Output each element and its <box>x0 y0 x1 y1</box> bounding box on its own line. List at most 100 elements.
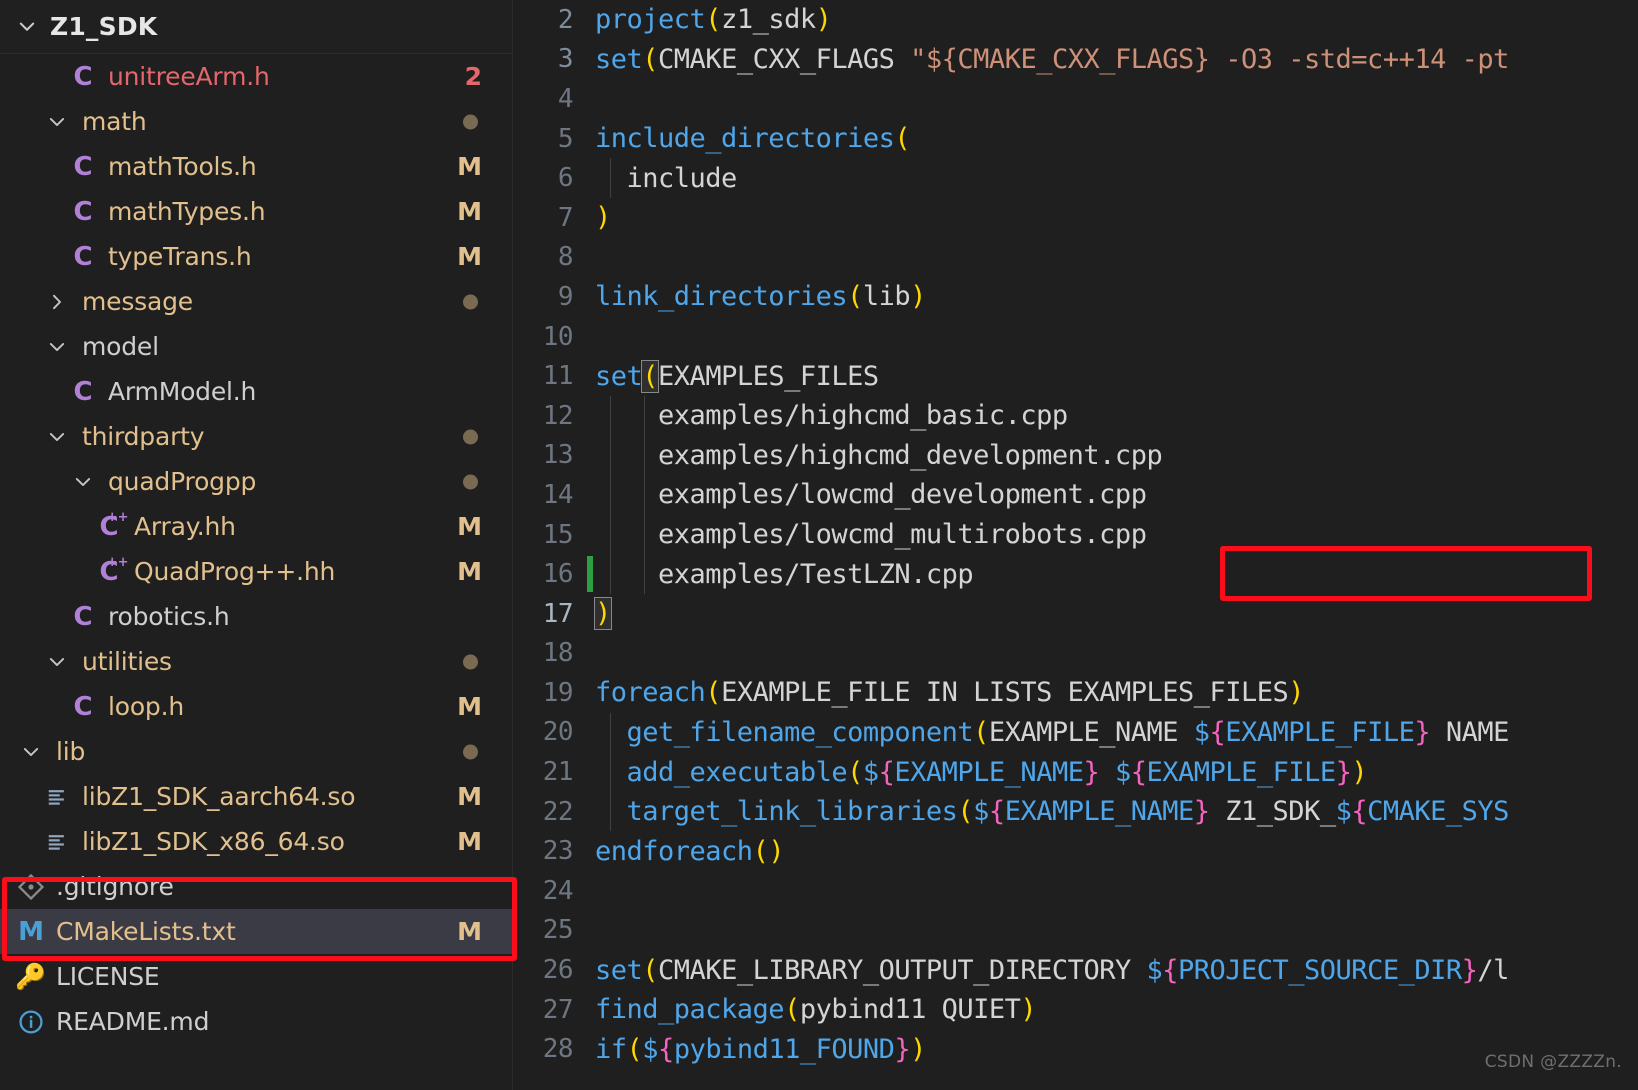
code-token: EXAMPLE_NAME <box>989 717 1194 748</box>
file-tree-item-selected[interactable]: MCMakeLists.txtM <box>0 909 512 954</box>
code-line[interactable]: 23endforeach() <box>513 831 1638 871</box>
file-tree-item-label: QuadProg++.hh <box>134 557 335 586</box>
file-tree-item[interactable]: .gitignore <box>0 864 512 909</box>
chevron-down-icon <box>40 651 74 673</box>
code-token: ) <box>910 1034 926 1065</box>
code-token: "${CMAKE_CXX_FLAGS} -O3 -std=c++14 -pt <box>910 44 1509 75</box>
code-line[interactable]: 14 examples/lowcmd_development.cpp <box>513 475 1638 515</box>
code-line-content: examples/TestLZN.cpp <box>595 559 973 590</box>
file-tree-item[interactable]: CunitreeArm.h2 <box>0 54 512 99</box>
folder-modified-dot-icon <box>463 474 478 489</box>
binary-file-icon <box>40 831 74 853</box>
line-number: 11 <box>513 361 595 391</box>
file-tree-item[interactable]: CmathTypes.hM <box>0 189 512 234</box>
line-number: 9 <box>513 282 595 312</box>
code-line[interactable]: 8 <box>513 238 1638 278</box>
line-number: 17 <box>513 599 595 629</box>
code-line[interactable]: 26set(CMAKE_LIBRARY_OUTPUT_DIRECTORY ${P… <box>513 950 1638 990</box>
code-token: pybind11 QUIET <box>800 994 1021 1025</box>
file-tree-item[interactable]: README.md <box>0 999 512 1044</box>
code-token: examples/lowcmd_multirobots.cpp <box>658 519 1146 550</box>
line-number: 3 <box>513 44 595 74</box>
code-line-content: set(EXAMPLES_FILES <box>595 361 879 392</box>
code-token: examples/TestLZN.cpp <box>658 559 973 590</box>
indent-guide <box>610 713 611 753</box>
code-line-content: endforeach() <box>595 836 784 867</box>
code-line[interactable]: 3set(CMAKE_CXX_FLAGS "${CMAKE_CXX_FLAGS}… <box>513 40 1638 80</box>
code-token: $ <box>642 1034 658 1065</box>
indent-guide <box>610 554 611 594</box>
file-tree-item[interactable]: lib <box>0 729 512 774</box>
code-line[interactable]: 19foreach(EXAMPLE_FILE IN LISTS EXAMPLES… <box>513 673 1638 713</box>
c-header-file-icon: C <box>66 602 100 632</box>
code-editor[interactable]: 2project(z1_sdk)3set(CMAKE_CXX_FLAGS "${… <box>513 0 1638 1090</box>
line-number: 19 <box>513 678 595 708</box>
code-line[interactable]: 17) <box>513 594 1638 634</box>
code-token: examples/highcmd_basic.cpp <box>658 400 1068 431</box>
file-tree-item[interactable]: message <box>0 279 512 324</box>
file-tree-item[interactable]: CmathTools.hM <box>0 144 512 189</box>
code-line[interactable]: 21 add_executable(${EXAMPLE_NAME} ${EXAM… <box>513 752 1638 792</box>
code-line[interactable]: 9link_directories(lib) <box>513 277 1638 317</box>
code-line-content: examples/highcmd_development.cpp <box>595 440 1162 471</box>
explorer-root-folder-header[interactable]: Z1_SDK <box>0 0 512 54</box>
file-tree-item[interactable]: C++QuadProg++.hhM <box>0 549 512 594</box>
code-line[interactable]: 13 examples/highcmd_development.cpp <box>513 436 1638 476</box>
watermark-label: CSDN @ZZZZn. <box>1485 1052 1622 1072</box>
git-status-badge: M <box>457 917 482 946</box>
code-line[interactable]: 7) <box>513 198 1638 238</box>
code-line[interactable]: 6 include <box>513 158 1638 198</box>
line-number: 12 <box>513 401 595 431</box>
code-line[interactable]: 25 <box>513 911 1638 951</box>
code-line[interactable]: 15 examples/lowcmd_multirobots.cpp <box>513 515 1638 555</box>
code-line-content: foreach(EXAMPLE_FILE IN LISTS EXAMPLES_F… <box>595 677 1304 708</box>
code-line[interactable]: 28if(${pybind11_FOUND}) <box>513 1029 1638 1069</box>
file-tree-item[interactable]: libZ1_SDK_aarch64.soM <box>0 774 512 819</box>
chevron-down-icon <box>40 336 74 358</box>
file-tree-item[interactable]: math <box>0 99 512 144</box>
code-line[interactable]: 20 get_filename_component(EXAMPLE_NAME $… <box>513 713 1638 753</box>
file-tree-item[interactable]: Cloop.hM <box>0 684 512 729</box>
file-tree-item-label: CMakeLists.txt <box>56 917 236 946</box>
code-line[interactable]: 18 <box>513 634 1638 674</box>
git-file-icon <box>14 874 48 900</box>
chevron-down-icon[interactable] <box>16 16 38 38</box>
indent-guide <box>610 475 611 515</box>
file-tree-item[interactable]: model <box>0 324 512 369</box>
code-token: NAME <box>1430 717 1509 748</box>
file-tree-item[interactable]: C++Array.hhM <box>0 504 512 549</box>
file-tree-item[interactable]: thirdparty <box>0 414 512 459</box>
code-line[interactable]: 5include_directories( <box>513 119 1638 159</box>
code-token: $ <box>1115 757 1131 788</box>
info-file-icon <box>14 1009 48 1035</box>
file-tree-item[interactable]: utilities <box>0 639 512 684</box>
code-line[interactable]: 12 examples/highcmd_basic.cpp <box>513 396 1638 436</box>
file-tree-item[interactable]: Crobotics.h <box>0 594 512 639</box>
code-line[interactable]: 2project(z1_sdk) <box>513 0 1638 40</box>
git-status-badge: M <box>457 197 482 226</box>
indent-guide <box>644 436 645 476</box>
indent-guide <box>610 396 611 436</box>
code-line[interactable]: 11set(EXAMPLES_FILES <box>513 356 1638 396</box>
code-line[interactable]: 22 target_link_libraries(${EXAMPLE_NAME}… <box>513 792 1638 832</box>
code-token <box>894 44 910 75</box>
line-number: 6 <box>513 163 595 193</box>
git-status-badge: 2 <box>465 62 482 91</box>
code-token <box>595 440 658 471</box>
c-header-file-icon: C <box>66 197 100 227</box>
code-line[interactable]: 24 <box>513 871 1638 911</box>
file-tree-item[interactable]: libZ1_SDK_x86_64.soM <box>0 819 512 864</box>
code-line[interactable]: 27find_package(pybind11 QUIET) <box>513 990 1638 1030</box>
code-line[interactable]: 4 <box>513 79 1638 119</box>
line-number: 16 <box>513 559 595 589</box>
code-token: ( <box>894 123 910 154</box>
file-tree-item[interactable]: CtypeTrans.hM <box>0 234 512 279</box>
file-tree-item[interactable]: 🔑LICENSE <box>0 954 512 999</box>
code-line[interactable]: 10 <box>513 317 1638 357</box>
code-token: PROJECT_SOURCE_DIR <box>1178 955 1462 986</box>
code-token: lib <box>863 281 910 312</box>
file-tree-item[interactable]: quadProgpp <box>0 459 512 504</box>
code-line[interactable]: 16 examples/TestLZN.cpp <box>513 554 1638 594</box>
file-tree-item[interactable]: CArmModel.h <box>0 369 512 414</box>
code-line-content: ) <box>595 598 611 629</box>
